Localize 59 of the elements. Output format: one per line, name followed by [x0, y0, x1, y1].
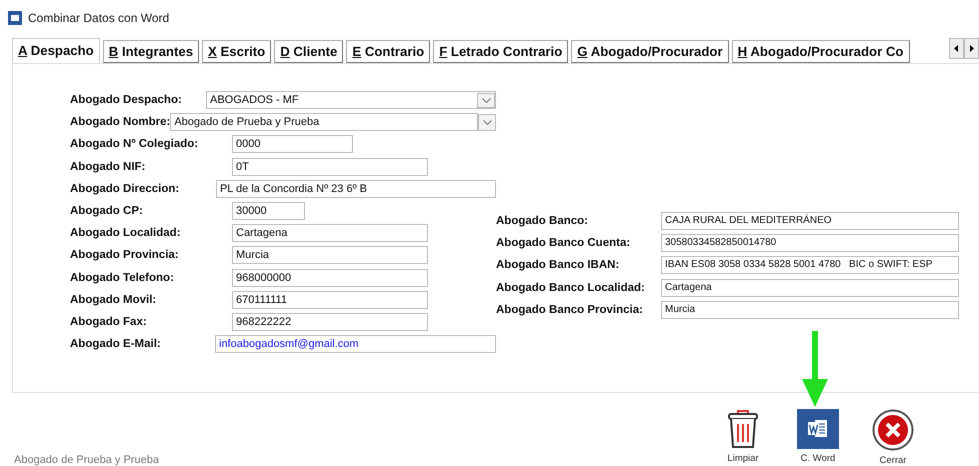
tab[interactable]: D Cliente: [274, 40, 344, 63]
trash-icon: [726, 409, 760, 449]
field-label: Abogado Banco:: [496, 215, 589, 228]
input-field[interactable]: Murcia: [232, 246, 428, 264]
input-field[interactable]: 968222222: [232, 312, 428, 331]
input-field[interactable]: Murcia: [661, 300, 959, 319]
input-field[interactable]: 30000: [232, 202, 305, 220]
tab[interactable]: G Abogado/Procurador: [571, 40, 729, 63]
field-label: Abogado NIF:: [70, 160, 146, 173]
toolbar-button[interactable]: Limpiar: [718, 409, 768, 466]
tab[interactable]: F Letrado Contrario: [433, 40, 568, 63]
scroll-right-button[interactable]: [964, 38, 979, 59]
input-field[interactable]: 0T: [232, 158, 428, 176]
tab[interactable]: X Escrito: [202, 40, 272, 63]
scroll-left-button[interactable]: [949, 38, 964, 59]
field-label: Abogado Banco Provincia:: [496, 304, 644, 316]
input-field[interactable]: PL de la Concordia Nº 23 6º B: [216, 180, 496, 198]
field-label: Abogado Fax:: [70, 316, 148, 328]
input-field[interactable]: 0000: [232, 135, 353, 154]
tab[interactable]: H Abogado/Procurador Co: [732, 40, 910, 63]
dropdown-button[interactable]: [478, 114, 496, 131]
input-field[interactable]: Cartagena: [661, 278, 959, 297]
tab[interactable]: A Despacho: [12, 38, 100, 63]
field-label: Abogado Banco Cuenta:: [496, 237, 632, 250]
chevron-down-icon: [482, 120, 492, 125]
field-label: Abogado Banco IBAN:: [496, 259, 620, 272]
field-label: Abogado Provincia:: [70, 249, 180, 262]
field-label: Abogado Banco Localidad:: [496, 282, 646, 294]
tab[interactable]: B Integrantes: [102, 40, 200, 63]
close-icon: [872, 409, 914, 451]
input-field[interactable]: IBAN ES08 3058 0334 5828 5001 4780 BIC o SWIFT: ESP: [661, 256, 959, 274]
field-label: Abogado Nombre:: [70, 116, 170, 128]
input-field[interactable]: Cartagena: [232, 224, 428, 242]
input-field[interactable]: 670111111: [232, 290, 428, 309]
right-caret-icon: [969, 45, 974, 52]
window-title: Combinar Datos con Word: [28, 11, 170, 25]
field-label: Abogado Localidad:: [70, 227, 182, 240]
field-label: Abogado E-Mail:: [70, 338, 162, 350]
toolbar-button[interactable]: Cerrar: [868, 409, 918, 466]
field-label: Abogado Telefono:: [70, 272, 175, 284]
document-icon: [797, 409, 839, 449]
input-field[interactable]: 968000000: [232, 268, 428, 287]
chevron-down-icon: [482, 98, 490, 103]
input-field[interactable]: 30580334582850014780: [661, 234, 959, 252]
field-label: Abogado Despacho:: [70, 94, 183, 106]
field-label: Abogado CP:: [70, 205, 144, 218]
app-icon: [8, 11, 22, 25]
field-label: Abogado Nº Colegiado:: [70, 138, 200, 150]
dropdown-button[interactable]: [477, 92, 495, 108]
toolbar-button[interactable]: C. Word: [793, 409, 843, 466]
dropdown-field[interactable]: Abogado de Prueba y Prueba: [170, 113, 478, 132]
left-caret-icon: [954, 45, 959, 52]
dropdown-field[interactable]: ABOGADOS - MF: [206, 91, 496, 110]
input-field[interactable]: CAJA RURAL DEL MEDITERRÁNEO: [661, 212, 959, 230]
tab[interactable]: E Contrario: [346, 40, 430, 63]
input-field[interactable]: infoabogadosmf@gmail.com: [215, 335, 496, 354]
field-label: Abogado Movil:: [70, 294, 158, 306]
status-text: Abogado de Prueba y Prueba: [14, 454, 159, 466]
field-label: Abogado Direccion:: [70, 182, 180, 195]
